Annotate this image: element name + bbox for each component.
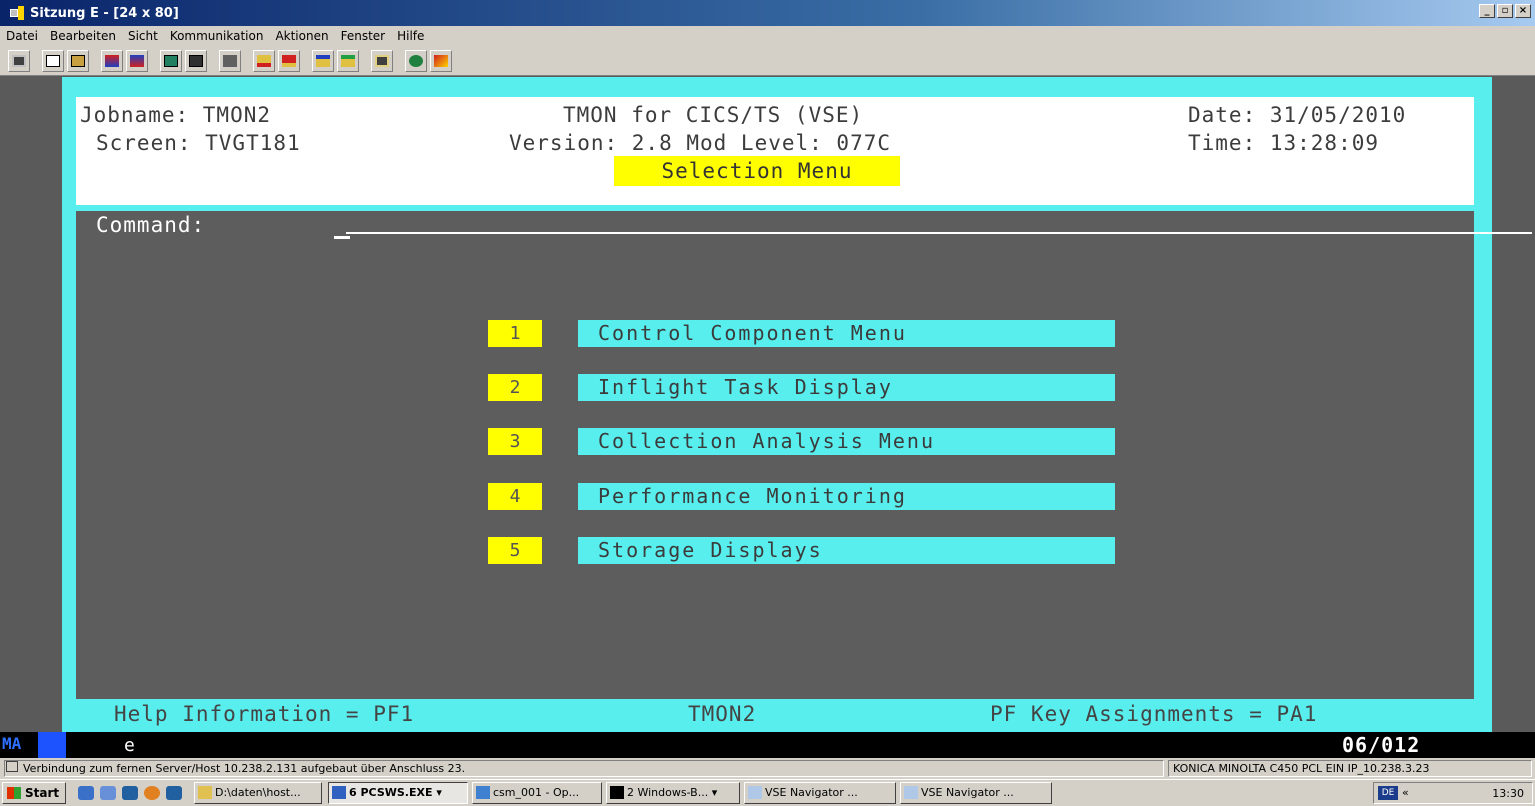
menu-bar: Datei Bearbeiten Sicht Kommunikation Akt… [0, 26, 1535, 46]
task-vse-navigator-2[interactable]: VSE Navigator ... [900, 782, 1052, 804]
macro-icon[interactable] [219, 49, 241, 72]
option-collection-analysis-menu[interactable]: Collection Analysis Menu [578, 428, 1115, 455]
task-vse-navigator-1[interactable]: VSE Navigator ... [744, 782, 896, 804]
menu-bearbeiten[interactable]: Bearbeiten [50, 29, 116, 43]
text-cursor [334, 236, 350, 239]
play-macro-icon[interactable] [312, 49, 334, 72]
help-pf1: Help Information = PF1 [114, 702, 415, 726]
cursor-position: 06/012 [1342, 733, 1421, 757]
console-icon [610, 786, 624, 799]
task-windows-b[interactable]: 2 Windows-B... ▾ [606, 782, 740, 804]
option-performance-monitoring[interactable]: Performance Monitoring [578, 483, 1115, 510]
terminal-quicklaunch-icon[interactable] [122, 786, 138, 800]
command-input[interactable] [346, 232, 1532, 234]
taskbar: Start D:\daten\host... 6 PCSWS.EXE ▾ csm… [0, 779, 1535, 806]
menu-sicht[interactable]: Sicht [128, 29, 158, 43]
stop-macro-icon[interactable] [278, 49, 300, 72]
pf-key-assignments: PF Key Assignments = PA1 [990, 702, 1318, 726]
receive-file-icon[interactable] [126, 49, 148, 72]
ie-icon[interactable] [78, 786, 94, 800]
maximize-button[interactable]: ▫ [1497, 4, 1513, 18]
start-button[interactable]: Start [2, 782, 66, 804]
desktop-icon[interactable] [100, 786, 116, 800]
record-macro-icon[interactable] [253, 49, 275, 72]
connection-icon [6, 761, 18, 772]
option-number-1: 1 [488, 320, 542, 347]
copy-icon[interactable] [42, 49, 64, 72]
send-file-icon[interactable] [101, 49, 123, 72]
session-indicator-box [38, 732, 66, 758]
document-icon [476, 786, 490, 799]
keyboard-map-icon[interactable] [185, 49, 207, 72]
firefox-icon[interactable] [144, 786, 160, 800]
vse-navigator-icon [748, 786, 762, 799]
pause-macro-icon[interactable] [337, 49, 359, 72]
print-screen-icon[interactable] [8, 49, 30, 72]
menu-aktionen[interactable]: Aktionen [275, 29, 328, 43]
windows-flag-icon [7, 787, 21, 799]
display-setup-icon[interactable] [160, 49, 182, 72]
edit-icon[interactable] [430, 49, 452, 72]
close-button[interactable]: × [1515, 4, 1531, 18]
minimize-button[interactable]: _ [1479, 4, 1495, 18]
header-panel: Jobname: TMON2 TMON for CICS/TS (VSE) Da… [76, 97, 1474, 205]
chevron-down-icon: ▾ [711, 786, 718, 799]
folder-icon [198, 786, 212, 799]
connection-status-bar: Verbindung zum fernen Server/Host 10.238… [0, 758, 1535, 779]
menu-datei[interactable]: Datei [6, 29, 38, 43]
task-daten-host[interactable]: D:\daten\host... [194, 782, 322, 804]
time: Time: 13:28:09 [1188, 131, 1380, 155]
language-indicator[interactable]: DE [1378, 786, 1398, 800]
footer-jobname: TMON2 [688, 702, 757, 726]
page-title: Selection Menu [614, 156, 900, 186]
option-control-component-menu[interactable]: Control Component Menu [578, 320, 1115, 347]
date: Date: 31/05/2010 [1188, 103, 1407, 127]
window-title: Sitzung E - [24 x 80] [30, 5, 179, 21]
version: Version: 2.8 Mod Level: 077C [509, 131, 892, 155]
globe-icon[interactable] [405, 49, 427, 72]
menu-kommunikation[interactable]: Kommunikation [170, 29, 264, 43]
clock[interactable]: 13:30 [1492, 787, 1524, 800]
terminal-quicklaunch-icon-2[interactable] [166, 786, 182, 800]
menu-body: Command: 1 Control Component Menu 2 Infl… [76, 211, 1532, 699]
option-number-3: 3 [488, 428, 542, 455]
start-label: Start [25, 786, 60, 800]
app-icon [10, 6, 26, 20]
option-inflight-task-display[interactable]: Inflight Task Display [578, 374, 1115, 401]
vse-navigator-icon [904, 786, 918, 799]
paste-icon[interactable] [67, 49, 89, 72]
show-hidden-icons[interactable]: « [1402, 786, 1409, 799]
screen-id: Screen: TVGT181 [96, 131, 301, 155]
option-number-4: 4 [488, 483, 542, 510]
task-csm[interactable]: csm_001 - Op... [472, 782, 602, 804]
command-label: Command: [96, 213, 206, 237]
chevron-down-icon: ▾ [436, 786, 442, 799]
mode-indicator: MA [0, 734, 22, 756]
operator-info-area: MA e 06/012 [0, 732, 1535, 758]
system-tray: DE « 13:30 [1373, 782, 1533, 804]
menu-hilfe[interactable]: Hilfe [397, 29, 424, 43]
option-number-2: 2 [488, 374, 542, 401]
printer-status: KONICA MINOLTA C450 PCL EIN IP_10.238.3.… [1168, 760, 1532, 777]
product-title: TMON for CICS/TS (VSE) [563, 103, 864, 127]
clipboard-icon[interactable] [371, 49, 393, 72]
toolbar [0, 46, 1535, 76]
terminal-screen[interactable]: Jobname: TMON2 TMON for CICS/TS (VSE) Da… [0, 77, 1535, 732]
pcsws-icon [332, 786, 346, 799]
session-letter: e [124, 735, 135, 756]
connection-message: Verbindung zum fernen Server/Host 10.238… [4, 760, 1164, 777]
jobname: Jobname: TMON2 [80, 103, 272, 127]
option-storage-displays[interactable]: Storage Displays [578, 537, 1115, 564]
task-pcsws[interactable]: 6 PCSWS.EXE ▾ [328, 782, 468, 804]
window-title-bar[interactable]: Sitzung E - [24 x 80] _ ▫ × [0, 0, 1535, 26]
option-number-5: 5 [488, 537, 542, 564]
menu-fenster[interactable]: Fenster [341, 29, 386, 43]
